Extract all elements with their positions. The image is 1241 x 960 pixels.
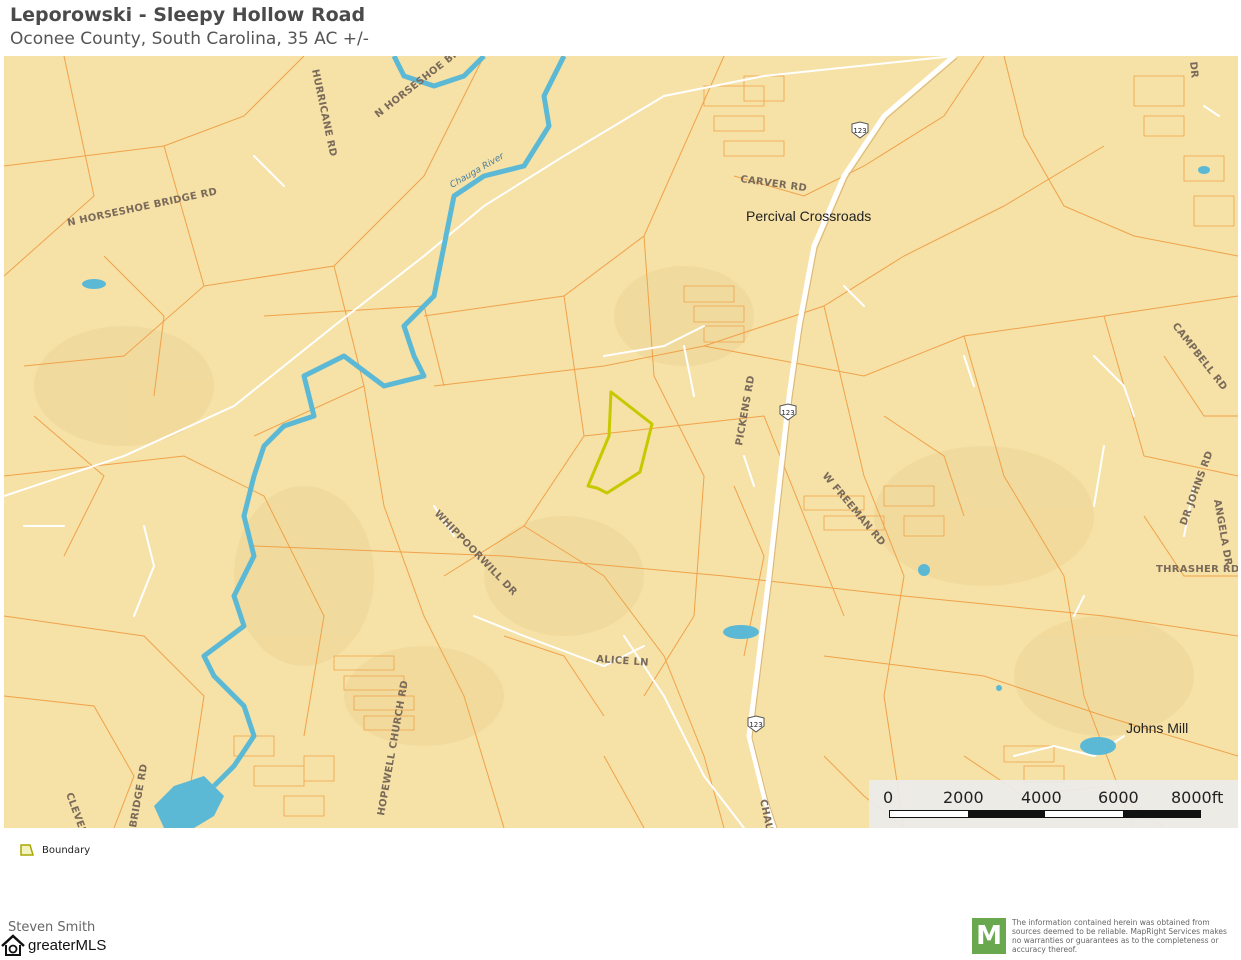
agent-name: Steven Smith [8,920,96,932]
road-label-cleveland: CLEVELAND [63,791,97,828]
mapright-logo-icon: M [972,918,1006,954]
road-label-n-horseshoe-bridge-rd-west: N HORSESHOE BRIDGE RD [66,186,218,229]
scale-tick-0: 0 [883,788,894,807]
map-canvas[interactable]: 123 123 123 N HORSESHOE BRIDGE RD N HORS… [4,56,1238,828]
scale-seg-4 [1122,811,1200,817]
scale-bar-segments [889,810,1201,818]
road-label-angela-dr: ANGELA DR [1211,499,1234,567]
highway-shield-2: 123 [779,403,797,421]
place-label-johns-mill: Johns Mill [1126,720,1188,736]
map-svg: 123 123 123 N HORSESHOE BRIDGE RD N HORS… [4,56,1238,828]
road-label-carver-rd: CARVER RD [740,174,808,194]
legend: Boundary [20,844,90,856]
house-icon [1,934,25,956]
highway-shield-3-label: 123 [749,721,762,729]
boundary-polygon [586,390,654,495]
scale-seg-1 [890,811,968,817]
disclaimer-text: The information contained herein was obt… [1012,918,1227,954]
scale-seg-3 [1045,811,1123,817]
road-label-pickens-rd: PICKENS RD [734,375,757,447]
boundary-polygon-icon [20,844,34,856]
mapright-disclaimer: M The information contained herein was o… [972,918,1238,958]
road-label-thrasher-rd: THRASHER RD [1156,564,1238,575]
map-title: Leporowski - Sleepy Hollow Road [10,4,366,26]
road-label-dr-johns-rd: DR JOHNS RD [1178,450,1215,527]
road-label-bridge-rd: BRIDGE RD [128,763,150,828]
mls-logo: greaterMLS [0,932,106,958]
scale-tick-8000ft: 8000ft [1171,788,1224,807]
scale-tick-6000: 6000 [1098,788,1139,807]
highway-shield-2-label: 123 [781,409,794,417]
scale-tick-4000: 4000 [1021,788,1062,807]
mls-logo-text: greaterMLS [28,936,107,954]
scale-tick-2000: 2000 [943,788,984,807]
highway-shield-1: 123 [851,121,869,139]
scale-bar: 0 2000 4000 6000 8000ft [869,780,1238,828]
road-label-dr: DR [1187,61,1200,79]
road-label-campbell-rd: CAMPBELL RD [1170,321,1229,393]
legend-label-boundary: Boundary [42,844,91,856]
place-label-percival-crossroads: Percival Crossroads [746,208,871,224]
terrain-shading [34,266,1194,746]
map-subtitle: Oconee County, South Carolina, 35 AC +/- [10,29,369,49]
road-label-hurricane-rd: HURRICANE RD [309,68,338,157]
scale-seg-2 [967,811,1045,817]
highway-shield-1-label: 123 [853,127,866,135]
